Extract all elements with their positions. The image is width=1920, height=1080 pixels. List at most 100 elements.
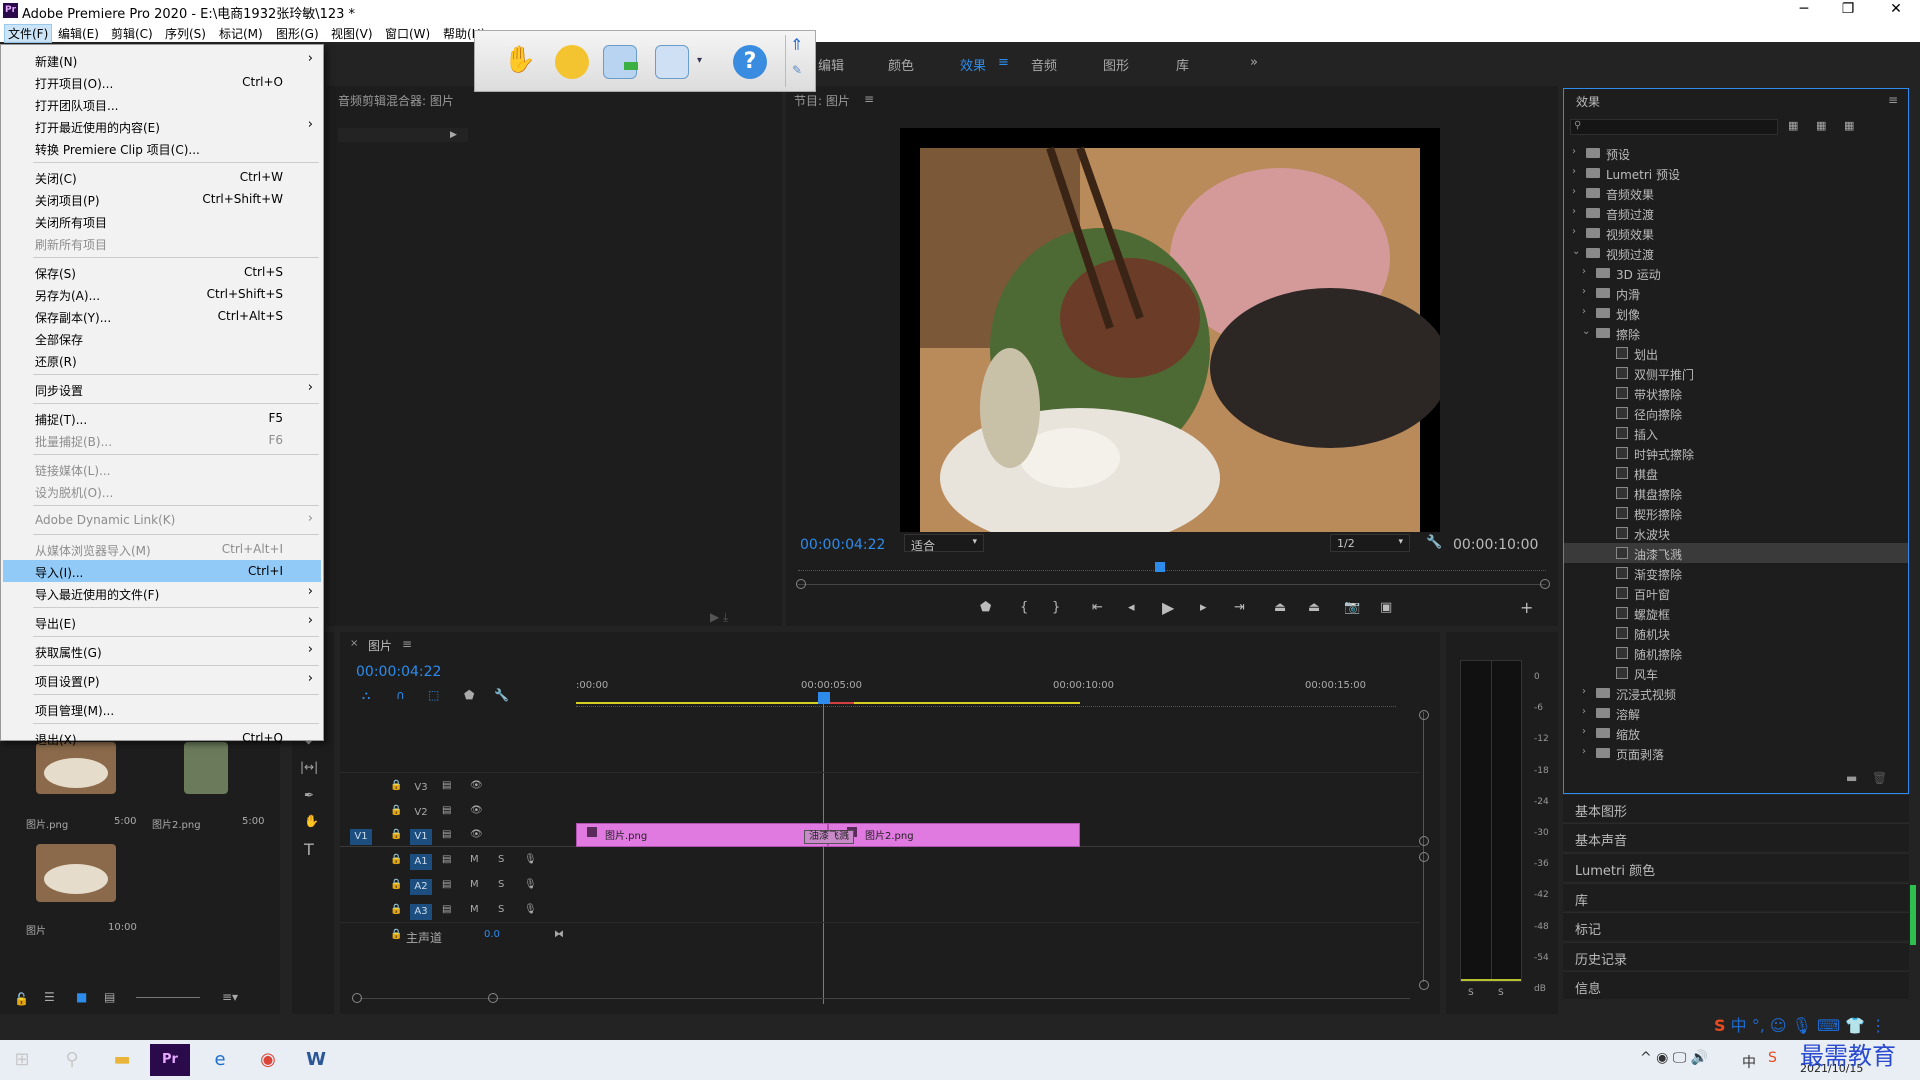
- side-panel-essential-graphics[interactable]: 基本图形: [1563, 794, 1909, 822]
- menu-marker[interactable]: 标记(M): [219, 25, 263, 42]
- delete-icon[interactable]: 🗑: [1872, 771, 1887, 785]
- file-menu-item[interactable]: 设为脱机(O)...: [3, 480, 321, 502]
- menu-edit[interactable]: 编辑(E): [58, 25, 99, 42]
- word-icon[interactable]: W: [296, 1044, 336, 1076]
- step-back-icon[interactable]: ◂: [1128, 600, 1135, 615]
- side-panel-history[interactable]: 历史记录: [1563, 942, 1909, 970]
- file-menu-item[interactable]: 新建(N) ›: [3, 49, 321, 71]
- search-icon[interactable]: ⚲: [52, 1044, 92, 1076]
- time-ruler[interactable]: [798, 570, 1546, 571]
- type-tool-icon[interactable]: T: [304, 840, 314, 859]
- mute-icon[interactable]: M: [470, 904, 479, 915]
- file-menu-item[interactable]: 刷新所有项目: [3, 232, 321, 254]
- export-frame-icon[interactable]: 📷: [1344, 600, 1360, 615]
- close-icon[interactable]: ✕: [1876, 1, 1916, 17]
- file-menu-item[interactable]: 转换 Premiere Clip 项目(C)...: [3, 137, 321, 159]
- zoom-slider[interactable]: [136, 997, 200, 998]
- 32bit-effects-icon[interactable]: ▦: [1816, 119, 1826, 132]
- menu-sequence[interactable]: 序列(S): [165, 25, 206, 42]
- effects-folder[interactable]: › 音频过渡: [1564, 203, 1908, 223]
- effect-item[interactable]: 带状擦除: [1564, 383, 1908, 403]
- file-menu-item[interactable]: 导出(E) ›: [3, 611, 321, 633]
- new-bin-icon[interactable]: ▬: [1846, 771, 1857, 785]
- file-menu-item[interactable]: 项目设置(P) ›: [3, 669, 321, 691]
- effects-folder[interactable]: › 溶解: [1564, 703, 1908, 723]
- mark-in-icon[interactable]: {: [1020, 600, 1028, 615]
- scroll-handle[interactable]: [488, 993, 498, 1003]
- master-end-icon[interactable]: ⧓: [554, 929, 564, 940]
- windows-start-icon[interactable]: ⊞: [2, 1044, 42, 1076]
- hand-tool-icon[interactable]: ✋: [304, 814, 319, 828]
- effects-folder[interactable]: › Lumetri 预设: [1564, 163, 1908, 183]
- effects-folder[interactable]: › 划像: [1564, 303, 1908, 323]
- project-item[interactable]: 图片2.png 5:00: [148, 736, 268, 836]
- chevron-right-icon[interactable]: ›: [1582, 746, 1586, 757]
- microphone-icon[interactable]: 🎙: [524, 904, 537, 915]
- effects-folder[interactable]: › 沉浸式视频: [1564, 683, 1908, 703]
- icon-view-icon[interactable]: ■: [76, 990, 87, 1004]
- panel-menu-icon[interactable]: ≡: [864, 92, 874, 106]
- mixer-footer-icons[interactable]: ▶ ⤓: [710, 610, 728, 625]
- eye-icon[interactable]: 👁: [470, 829, 483, 840]
- effects-folder[interactable]: › 内滑: [1564, 283, 1908, 303]
- go-to-out-icon[interactable]: ⇥: [1234, 600, 1245, 615]
- file-menu-item[interactable]: 获取属性(G) ›: [3, 640, 321, 662]
- effect-item[interactable]: 随机块: [1564, 623, 1908, 643]
- sync-lock-icon[interactable]: ▤: [442, 904, 451, 915]
- file-menu-item[interactable]: 打开团队项目...: [3, 93, 321, 115]
- more-tabs-icon[interactable]: »: [1250, 55, 1258, 70]
- playhead-marker[interactable]: [818, 692, 830, 704]
- comment-icon[interactable]: [555, 45, 589, 79]
- effect-item[interactable]: 径向擦除: [1564, 403, 1908, 423]
- track-label[interactable]: V1: [410, 829, 432, 845]
- chevron-right-icon[interactable]: ›: [1572, 226, 1576, 237]
- magnify-document-icon[interactable]: [655, 45, 689, 79]
- file-menu-item[interactable]: 导入(I)... Ctrl+I: [3, 560, 321, 582]
- file-menu-item[interactable]: 关闭(C) Ctrl+W: [3, 166, 321, 188]
- add-edit-icon[interactable]: ⬚: [428, 688, 439, 702]
- panel-menu-icon[interactable]: ≡: [402, 637, 412, 651]
- effects-folder[interactable]: › 3D 运动: [1564, 263, 1908, 283]
- yuv-effects-icon[interactable]: ▦: [1844, 119, 1854, 132]
- file-menu-item[interactable]: Adobe Dynamic Link(K) ›: [3, 509, 321, 531]
- solo-right-button[interactable]: S: [1498, 988, 1504, 998]
- workspace-tab-edit[interactable]: 编辑: [818, 55, 844, 74]
- file-menu-item[interactable]: 另存为(A)... Ctrl+Shift+S: [3, 283, 321, 305]
- zoom-handle-right[interactable]: [1540, 579, 1550, 589]
- scroll-handle[interactable]: [1419, 710, 1429, 720]
- file-menu-item[interactable]: 退出(X) Ctrl+Q: [3, 727, 321, 749]
- scroll-handle[interactable]: [1419, 852, 1429, 862]
- chevron-right-icon[interactable]: ›: [1572, 146, 1576, 157]
- ime-indicator[interactable]: 中: [1742, 1052, 1756, 1072]
- play-small-icon[interactable]: ▶: [450, 130, 457, 140]
- chevron-right-icon[interactable]: ›: [1582, 686, 1586, 697]
- workspace-tab-effects[interactable]: 效果: [960, 55, 986, 74]
- sync-lock-icon[interactable]: ▤: [442, 780, 451, 791]
- eye-icon[interactable]: 👁: [470, 780, 483, 791]
- playhead-line[interactable]: [823, 702, 824, 1004]
- minimize-icon[interactable]: ─: [1784, 1, 1824, 17]
- slip-tool-icon[interactable]: |↔|: [300, 760, 318, 774]
- linked-selection-icon[interactable]: ∩: [396, 688, 405, 702]
- mute-icon[interactable]: M: [470, 879, 479, 890]
- go-to-in-icon[interactable]: ⇤: [1092, 600, 1103, 615]
- menu-window[interactable]: 窗口(W): [385, 25, 430, 42]
- file-menu-item[interactable]: 关闭项目(P) Ctrl+Shift+W: [3, 188, 321, 210]
- file-menu-item[interactable]: 项目管理(M)...: [3, 698, 321, 720]
- lift-icon[interactable]: ⏏: [1274, 600, 1286, 615]
- effect-item[interactable]: 插入: [1564, 423, 1908, 443]
- track-label[interactable]: A1: [410, 854, 432, 870]
- effect-item[interactable]: 双侧平推门: [1564, 363, 1908, 383]
- workspace-tab-graphics[interactable]: 图形: [1103, 55, 1129, 74]
- effect-item[interactable]: 水波块: [1564, 523, 1908, 543]
- extract-icon[interactable]: ⏏: [1308, 600, 1320, 615]
- chevron-right-icon[interactable]: ›: [1582, 706, 1586, 717]
- sync-lock-icon[interactable]: ▤: [442, 854, 451, 865]
- zoom-handle-left[interactable]: [796, 579, 806, 589]
- chevron-right-icon[interactable]: ›: [1582, 266, 1586, 277]
- compare-view-icon[interactable]: ▣: [1380, 600, 1392, 615]
- vertical-scrollbar[interactable]: [1423, 712, 1424, 982]
- effect-item[interactable]: 楔形擦除: [1564, 503, 1908, 523]
- file-menu-item[interactable]: 关闭所有项目: [3, 210, 321, 232]
- sync-lock-icon[interactable]: ▤: [442, 829, 451, 840]
